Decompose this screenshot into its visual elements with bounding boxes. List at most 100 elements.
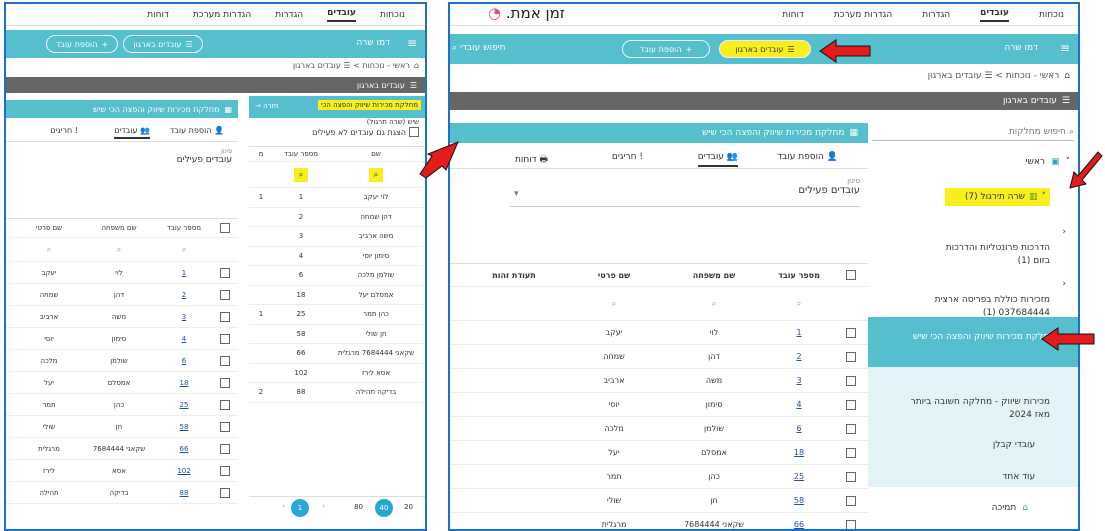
employee-name[interactable]: בדיקה תהילה <box>331 388 421 396</box>
row-checkbox[interactable] <box>220 443 230 454</box>
col-first-name[interactable]: שם פרטי <box>14 224 84 232</box>
tree-item-2[interactable]: ‹ מזכירות כוללת בפריסה ארצית 037684444 (… <box>868 279 1078 320</box>
tab-add-employee[interactable]: 👤 הוספת עובד <box>777 152 838 162</box>
employee-number-link[interactable]: 18 <box>764 448 834 457</box>
tree-item-1[interactable]: ‹ הדרכות פרונטליות והדרכות בזום (1) <box>868 227 1078 268</box>
employee-number-link[interactable]: 102 <box>154 467 214 475</box>
employee-number-link[interactable]: 4 <box>154 335 214 343</box>
employee-name[interactable]: שולמן מלכה <box>331 271 421 279</box>
table-row[interactable]: שקאני 7684444 מרגלית 66 <box>249 344 425 364</box>
row-checkbox[interactable] <box>220 289 230 300</box>
org-employees-button[interactable]: ☰ עובדים בארגון <box>719 40 811 58</box>
table-row[interactable]: 66 שקאני 7684444 מרגלית <box>450 513 868 529</box>
table-row[interactable]: 66 שקאני 7684444 מרגלית <box>6 438 238 460</box>
employee-number-link[interactable]: 18 <box>154 379 214 387</box>
table-row[interactable]: בדיקה תהילה 88 2 <box>249 383 425 403</box>
tree-root[interactable]: ˅ ▣ ראשי <box>868 157 1078 167</box>
table-row[interactable]: משה ארביב 3 <box>249 227 425 247</box>
table-row[interactable]: חן שולי 58 <box>249 325 425 344</box>
employee-name[interactable]: לוי יעקב <box>331 193 421 201</box>
row-checkbox[interactable] <box>220 465 230 476</box>
row-checkbox[interactable] <box>846 495 856 506</box>
table-row[interactable]: 3 משה ארביב <box>6 306 238 328</box>
table-row[interactable]: 2 דהן שמחה <box>450 345 868 369</box>
table-row[interactable]: כהן תמר 25 1 <box>249 305 425 325</box>
col-last-name[interactable]: שם משפחה <box>84 224 154 232</box>
row-checkbox[interactable] <box>220 333 230 344</box>
mini-dept-title[interactable]: מחלקת מכירות שיווק והפצה הכי <box>318 100 421 110</box>
row-checkbox[interactable] <box>220 267 230 278</box>
tab-add-employee[interactable]: 👤 הוספת עובד <box>170 126 224 135</box>
tree-drill-highlight[interactable]: ˅ ▥ שרה תירגול (7) <box>945 188 1050 206</box>
row-checkbox[interactable] <box>220 487 230 498</box>
col-employee-number[interactable]: מספר עובד <box>764 271 834 280</box>
page-size-80[interactable]: 80 <box>354 503 363 511</box>
add-employee-button[interactable]: + הוספת עובד <box>622 40 710 58</box>
table-row[interactable]: 1 לוי יעקב <box>450 321 868 345</box>
employee-number-link[interactable]: 4 <box>764 400 834 409</box>
row-checkbox[interactable] <box>220 377 230 388</box>
col-first-name[interactable]: שם פרטי <box>564 271 664 280</box>
back-button[interactable]: חזרה → <box>255 102 279 110</box>
employee-number-link[interactable]: 3 <box>764 376 834 385</box>
employee-number-link[interactable]: 66 <box>764 520 834 529</box>
search-icon[interactable]: ⌕ <box>14 245 84 255</box>
search-icon[interactable]: ⌕ <box>294 167 308 182</box>
employee-number-link[interactable]: 6 <box>154 357 214 365</box>
tab-exceptions[interactable]: ! חריגים <box>612 152 643 162</box>
table-row[interactable]: 58 חן שולי <box>6 416 238 438</box>
table-row[interactable]: 25 כהן תמר <box>450 465 868 489</box>
table-row[interactable]: 6 שולמן מלכה <box>450 417 868 441</box>
row-checkbox[interactable] <box>846 423 856 434</box>
page-1[interactable]: 1 <box>291 499 309 517</box>
employee-name[interactable]: חן שולי <box>331 330 421 338</box>
row-checkbox[interactable] <box>220 355 230 366</box>
row-checkbox[interactable] <box>846 375 856 386</box>
search-icon[interactable]: ⌕ <box>564 299 664 309</box>
table-row[interactable]: אסא לירז 102 <box>249 364 425 383</box>
page-next-icon[interactable]: › <box>322 502 325 510</box>
page-prev-icon[interactable]: ‹ <box>282 502 285 510</box>
employee-name[interactable]: כהן תמר <box>331 310 421 318</box>
search-icon[interactable]: ⌕ <box>154 245 214 255</box>
row-checkbox[interactable] <box>220 421 230 432</box>
show-inactive-toggle[interactable]: הצגת גם עובדים לא פעילים <box>312 127 419 137</box>
nav-settings[interactable]: הגדרות <box>922 10 950 20</box>
tab-employees[interactable]: 👥 עובדים <box>697 152 738 167</box>
tree-item-5[interactable]: עובדי קבלן <box>868 435 1078 450</box>
table-row[interactable]: דהן שמחה 2 <box>249 208 425 227</box>
search-icon[interactable]: ⌕ <box>764 299 834 309</box>
nav-system-settings[interactable]: הגדרות מערכת <box>193 10 251 20</box>
table-row[interactable]: סימון יוסי 4 <box>249 247 425 266</box>
nav-reports[interactable]: דוחות <box>782 10 804 20</box>
employee-number-link[interactable]: 2 <box>764 352 834 361</box>
select-all-checkbox[interactable] <box>846 270 856 280</box>
employee-number-link[interactable]: 66 <box>154 445 214 453</box>
table-row[interactable]: 1 לוי יעקב <box>6 262 238 284</box>
table-row[interactable]: 2 דהן שמחה <box>6 284 238 306</box>
employee-number-link[interactable]: 2 <box>154 291 214 299</box>
add-employee-button[interactable]: + הוספת עובד <box>46 35 118 53</box>
employee-number-link[interactable]: 58 <box>764 496 834 505</box>
table-row[interactable]: 4 סימון יוסי <box>6 328 238 350</box>
row-checkbox[interactable] <box>846 399 856 410</box>
select-all-checkbox[interactable] <box>220 223 230 233</box>
org-employees-button[interactable]: ☰ עובדים בארגון <box>123 35 203 53</box>
table-row[interactable]: 3 משה ארביב <box>450 369 868 393</box>
table-row[interactable]: 25 כהן תמר <box>6 394 238 416</box>
employee-number-link[interactable]: 25 <box>764 472 834 481</box>
menu-icon[interactable]: ≡ <box>407 36 417 50</box>
employee-name[interactable]: סימון יוסי <box>331 252 421 260</box>
filter-select[interactable]: סינון עובדים פעילים ▾ <box>510 177 860 207</box>
table-row[interactable]: אמסלם יעל 18 <box>249 286 425 305</box>
table-row[interactable]: 18 אמסלם יעל <box>450 441 868 465</box>
table-row[interactable]: 4 סימון יוסי <box>450 393 868 417</box>
page-size-40[interactable]: 40 <box>375 499 393 517</box>
search-icon[interactable]: ⌕ <box>664 299 764 309</box>
page-size-20[interactable]: 20 <box>404 503 413 511</box>
employee-number-link[interactable]: 3 <box>154 313 214 321</box>
filter-select[interactable]: סינון עובדים פעילים <box>16 148 232 174</box>
row-checkbox[interactable] <box>846 471 856 482</box>
table-row[interactable]: שולמן מלכה 6 <box>249 266 425 286</box>
table-row[interactable]: לוי יעקב 1 1 <box>249 188 425 208</box>
